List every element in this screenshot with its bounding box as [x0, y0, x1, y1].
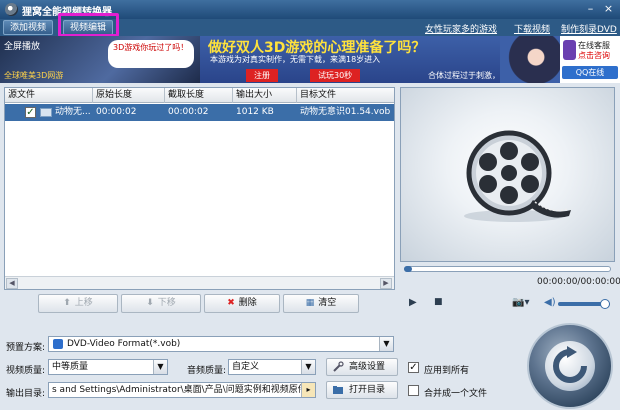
fullscreen-label[interactable]: 全屏播放: [4, 39, 40, 52]
link-download-video[interactable]: 下载视频: [514, 22, 550, 35]
cell-original-length: 00:00:02: [96, 107, 137, 117]
col-target-file[interactable]: 目标文件: [297, 88, 394, 103]
volume-handle[interactable]: [600, 299, 610, 309]
move-up-button[interactable]: ⬆ 上移: [38, 294, 118, 313]
time-readout: 00:00:00/00:00:00: [537, 277, 620, 287]
folder-browse-icon[interactable]: ▸: [301, 383, 315, 397]
video-quality-label: 视频质量:: [6, 366, 46, 376]
delete-icon: ✖: [227, 298, 235, 308]
advanced-settings-button[interactable]: 高级设置: [326, 358, 398, 376]
output-dir-label: 输出目录:: [6, 389, 46, 399]
video-quality-value: 中等质量: [52, 362, 89, 372]
qq-online-button[interactable]: QQ在线: [562, 66, 618, 79]
link-female-games[interactable]: 女性玩家多的游戏: [425, 22, 497, 35]
chevron-down-icon[interactable]: ▼: [301, 360, 315, 374]
output-dir-value: s and Settings\Administrator\桌面\产品\问题实例和…: [52, 385, 316, 395]
volume-speaker-icon[interactable]: ◀): [544, 297, 556, 308]
cell-cut-length: 00:00:02: [168, 107, 209, 117]
output-dir-input[interactable]: s and Settings\Administrator\桌面\产品\问题实例和…: [48, 382, 316, 398]
minimize-button[interactable]: –: [583, 2, 598, 16]
ad-game-left[interactable]: 全屏播放 全球唯美3D网游 3D游戏你玩过了吗！: [0, 36, 200, 83]
arrow-down-icon: ⬇: [146, 298, 154, 308]
ad1-subtitle: 全球唯美3D网游: [4, 71, 64, 80]
apply-all-label: 应用到所有: [424, 366, 470, 376]
chevron-down-icon[interactable]: ▼: [153, 360, 167, 374]
ad2-trial-button[interactable]: 试玩30秒: [310, 69, 361, 82]
scroll-left-icon[interactable]: ◀: [6, 278, 18, 289]
snapshot-camera-icon[interactable]: 📷▾: [512, 297, 529, 308]
film-reel-icon: [5, 3, 18, 16]
file-list-header: 源文件 原始长度 截取长度 输出大小 目标文件: [5, 88, 394, 103]
stop-button[interactable]: ■: [434, 297, 443, 307]
cell-output-size: 1012 KB: [236, 107, 274, 117]
col-output-size[interactable]: 输出大小: [233, 88, 297, 103]
ad-game-center[interactable]: 做好双人3D游戏的心理准备了吗？ 本游戏为对真实制作，无需下载，来满18岁进入 …: [200, 36, 560, 83]
col-source[interactable]: 源文件: [5, 88, 93, 103]
clear-label: 清空: [318, 298, 337, 308]
main-panel: 源文件 原始长度 截取长度 输出大小 目标文件 ✓ 动物无... 00:00:0…: [0, 83, 620, 410]
merge-checkbox[interactable]: [408, 385, 419, 396]
film-reel-icon: [464, 130, 571, 222]
horizontal-scrollbar[interactable]: ◀ ▶: [5, 276, 394, 289]
table-row[interactable]: ✓ 动物无... 00:00:02 00:00:02 1012 KB 动物无意识…: [5, 104, 394, 121]
move-down-label: 下移: [157, 298, 176, 308]
volume-slider[interactable]: [558, 299, 610, 309]
add-video-button[interactable]: 添加视频: [3, 20, 54, 35]
convert-button[interactable]: [527, 323, 613, 409]
preset-select[interactable]: DVD-Video Format(*.vob) ▼: [48, 336, 394, 352]
ad2-register-button[interactable]: 注册: [246, 69, 278, 82]
advanced-settings-label: 高级设置: [349, 362, 386, 372]
cell-source: 动物无...: [55, 107, 91, 117]
tools-icon: [333, 361, 344, 372]
open-directory-label: 打开目录: [349, 385, 386, 395]
close-button[interactable]: ×: [601, 2, 616, 16]
row-checkbox[interactable]: ✓: [25, 107, 36, 118]
video-file-icon: [40, 108, 52, 117]
delete-label: 删除: [238, 298, 257, 308]
audio-quality-label: 音频质量:: [187, 366, 227, 376]
merge-label: 合并成一个文件: [424, 389, 488, 399]
folder-icon: [333, 386, 343, 394]
online-support[interactable]: 在线客服 点击咨询 QQ在线: [560, 36, 620, 83]
playback-progress[interactable]: [404, 266, 611, 272]
move-down-button[interactable]: ⬇ 下移: [121, 294, 201, 313]
convert-inner: [545, 341, 595, 391]
ad2-line: 本游戏为对真实制作，无需下载，来满18岁进入: [210, 55, 381, 64]
support-agent-icon: [563, 40, 576, 60]
video-quality-select[interactable]: 中等质量 ▼: [48, 359, 168, 375]
open-directory-button[interactable]: 打开目录: [326, 381, 398, 399]
audio-quality-select[interactable]: 自定义 ▼: [228, 359, 316, 375]
play-button[interactable]: ▶: [409, 297, 417, 308]
ad1-bubble: 3D游戏你玩过了吗！: [108, 40, 194, 68]
ad-character-image: [500, 36, 560, 83]
progress-handle[interactable]: [404, 266, 412, 272]
col-cut-length[interactable]: 截取长度: [165, 88, 233, 103]
ad-banner[interactable]: 全屏播放 全球唯美3D网游 3D游戏你玩过了吗！ 做好双人3D游戏的心理准备了吗…: [0, 36, 620, 83]
chevron-down-icon[interactable]: ▼: [379, 337, 393, 351]
arrow-up-icon: ⬆: [63, 298, 71, 308]
clear-button[interactable]: ▦ 清空: [283, 294, 359, 313]
refresh-convert-icon: [553, 346, 587, 383]
highlight-box: [58, 13, 119, 37]
preset-label: 预置方案:: [6, 343, 46, 353]
audio-quality-value: 自定义: [232, 362, 260, 372]
link-dvd-burn[interactable]: 制作刻录DVD: [561, 22, 617, 35]
scroll-right-icon[interactable]: ▶: [380, 278, 392, 289]
preset-value: DVD-Video Format(*.vob): [67, 339, 181, 349]
file-list[interactable]: 源文件 原始长度 截取长度 输出大小 目标文件 ✓ 动物无... 00:00:0…: [4, 87, 395, 290]
clear-list-icon: ▦: [305, 298, 315, 308]
move-up-label: 上移: [74, 298, 93, 308]
video-preview[interactable]: [400, 87, 615, 262]
cell-target-file: 动物无意识01.54.vob: [300, 107, 391, 117]
col-original-length[interactable]: 原始长度: [93, 88, 165, 103]
apply-all-checkbox[interactable]: ✓: [408, 362, 419, 373]
list-actions: ⬆ 上移 ⬇ 下移 ✖ 删除 ▦ 清空: [4, 294, 395, 314]
support-link[interactable]: 点击咨询: [578, 50, 610, 61]
delete-button[interactable]: ✖ 删除: [204, 294, 280, 313]
dvd-format-icon: [53, 339, 63, 349]
